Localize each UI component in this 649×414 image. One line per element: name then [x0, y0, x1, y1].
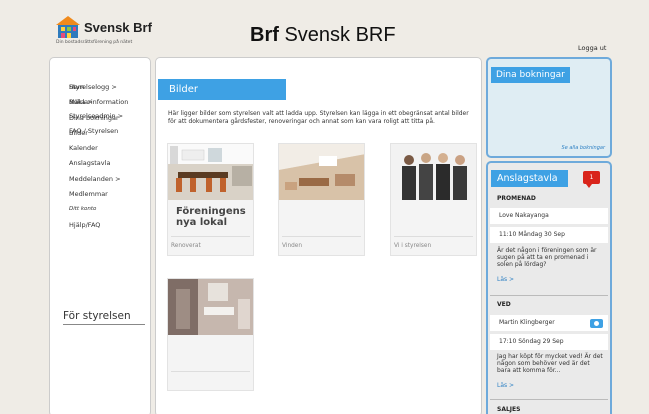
- logo-tagline: Din bostadsrättsförening på nätet: [56, 40, 133, 45]
- post-divider: [490, 295, 608, 296]
- album-caption: Renoverat: [171, 243, 201, 249]
- album-thumbnail: [402, 153, 467, 200]
- caption-divider: [394, 236, 473, 237]
- house-logo-icon: [56, 16, 80, 38]
- sidebar-item-calendar[interactable]: Kalender: [69, 141, 121, 156]
- title-bold: Brf: [250, 24, 279, 46]
- intro-text: Här ligger bilder som styrelsen valt att…: [168, 110, 469, 125]
- post-text: Är det någon i föreningen som är sugen p…: [497, 247, 597, 268]
- read-more-link[interactable]: Läs >: [497, 276, 514, 283]
- sidebar-item-noticeboard[interactable]: Anslagstavla: [69, 156, 121, 171]
- album-photo[interactable]: [391, 144, 476, 200]
- album-photo[interactable]: [279, 144, 364, 200]
- page-title: Brf Svensk BRF: [250, 24, 396, 47]
- caption-divider: [171, 236, 250, 237]
- sidebar: Hem Boka > Dina bokningar Bilder Kalende…: [49, 57, 151, 414]
- album-caption: Vi i styrelsen: [394, 243, 432, 249]
- album-thumbnail: [168, 279, 253, 335]
- post-title: SALJES: [497, 406, 521, 413]
- section-tab: Bilder: [158, 79, 286, 100]
- sidebar-item-board-faq[interactable]: FAQ / Styrelsen: [69, 124, 128, 139]
- album-thumbnail: [168, 144, 253, 200]
- title-rest: Svensk BRF: [284, 24, 396, 46]
- logo-name: Svensk Brf: [84, 20, 152, 35]
- album-photo[interactable]: [168, 279, 253, 335]
- sidebar-item-broker-info[interactable]: Mäklarinformation: [69, 95, 128, 110]
- noticeboard-widget: Anslagstavla 1 PROMENAD Love Nakayanga 1…: [486, 161, 612, 414]
- album-overlay-title: Föreningens nya lokal: [176, 206, 246, 228]
- sidebar-item-account[interactable]: Ditt konto: [69, 202, 121, 217]
- album-thumbnail: [279, 144, 364, 200]
- see-all-bookings-link[interactable]: Se alla bokningar: [562, 145, 605, 151]
- site-logo[interactable]: Svensk Brf Din bostadsrättsförening på n…: [56, 14, 166, 54]
- board-nav: Styrelselogg > Mäklarinformation Styrels…: [69, 80, 128, 139]
- logout-link[interactable]: Logga ut: [578, 44, 606, 52]
- album-card[interactable]: Föreningens nya lokal Renoverat: [167, 143, 254, 256]
- post-title: PROMENAD: [497, 195, 536, 202]
- post-time: 11:10 Måndag 30 Sep: [490, 227, 608, 243]
- board-section-heading: För styrelsen: [63, 310, 145, 325]
- sidebar-item-messages[interactable]: Meddelanden >: [69, 172, 121, 187]
- main-panel: Bilder Här ligger bilder som styrelsen v…: [155, 57, 482, 414]
- sidebar-item-help[interactable]: Hjälp/FAQ: [69, 218, 121, 233]
- post-divider: [490, 399, 608, 400]
- sidebar-item-members[interactable]: Medlemmar: [69, 187, 121, 202]
- read-more-link[interactable]: Läs >: [497, 382, 514, 389]
- album-card[interactable]: [167, 278, 254, 391]
- post-author-row: Martin Klingberger: [490, 315, 608, 331]
- album-caption: Vinden: [282, 243, 303, 249]
- camera-icon[interactable]: [590, 319, 603, 328]
- caption-divider: [282, 236, 361, 237]
- post-author: Martin Klingberger: [499, 319, 555, 326]
- album-card[interactable]: Vi i styrelsen: [390, 143, 477, 256]
- noticeboard-tab: Anslagstavla: [491, 170, 568, 187]
- caption-divider: [171, 371, 250, 372]
- sidebar-item-board-admin[interactable]: Styrelseadmin >: [69, 109, 128, 124]
- sidebar-item-board-log[interactable]: Styrelselogg >: [69, 80, 128, 95]
- post-text: Jag har köpt för mycket ved! Är det någo…: [497, 353, 603, 374]
- post-time: 17:10 Söndag 29 Sep: [490, 334, 608, 350]
- post-author: Love Nakayanga: [490, 208, 608, 224]
- bookings-widget: Dina bokningar Se alla bokningar: [486, 57, 612, 158]
- album-photo[interactable]: [168, 144, 253, 200]
- bookings-tab: Dina bokningar: [491, 67, 570, 83]
- album-card[interactable]: Vinden: [278, 143, 365, 256]
- post-title: VED: [497, 301, 511, 308]
- message-count-badge: 1: [583, 171, 600, 188]
